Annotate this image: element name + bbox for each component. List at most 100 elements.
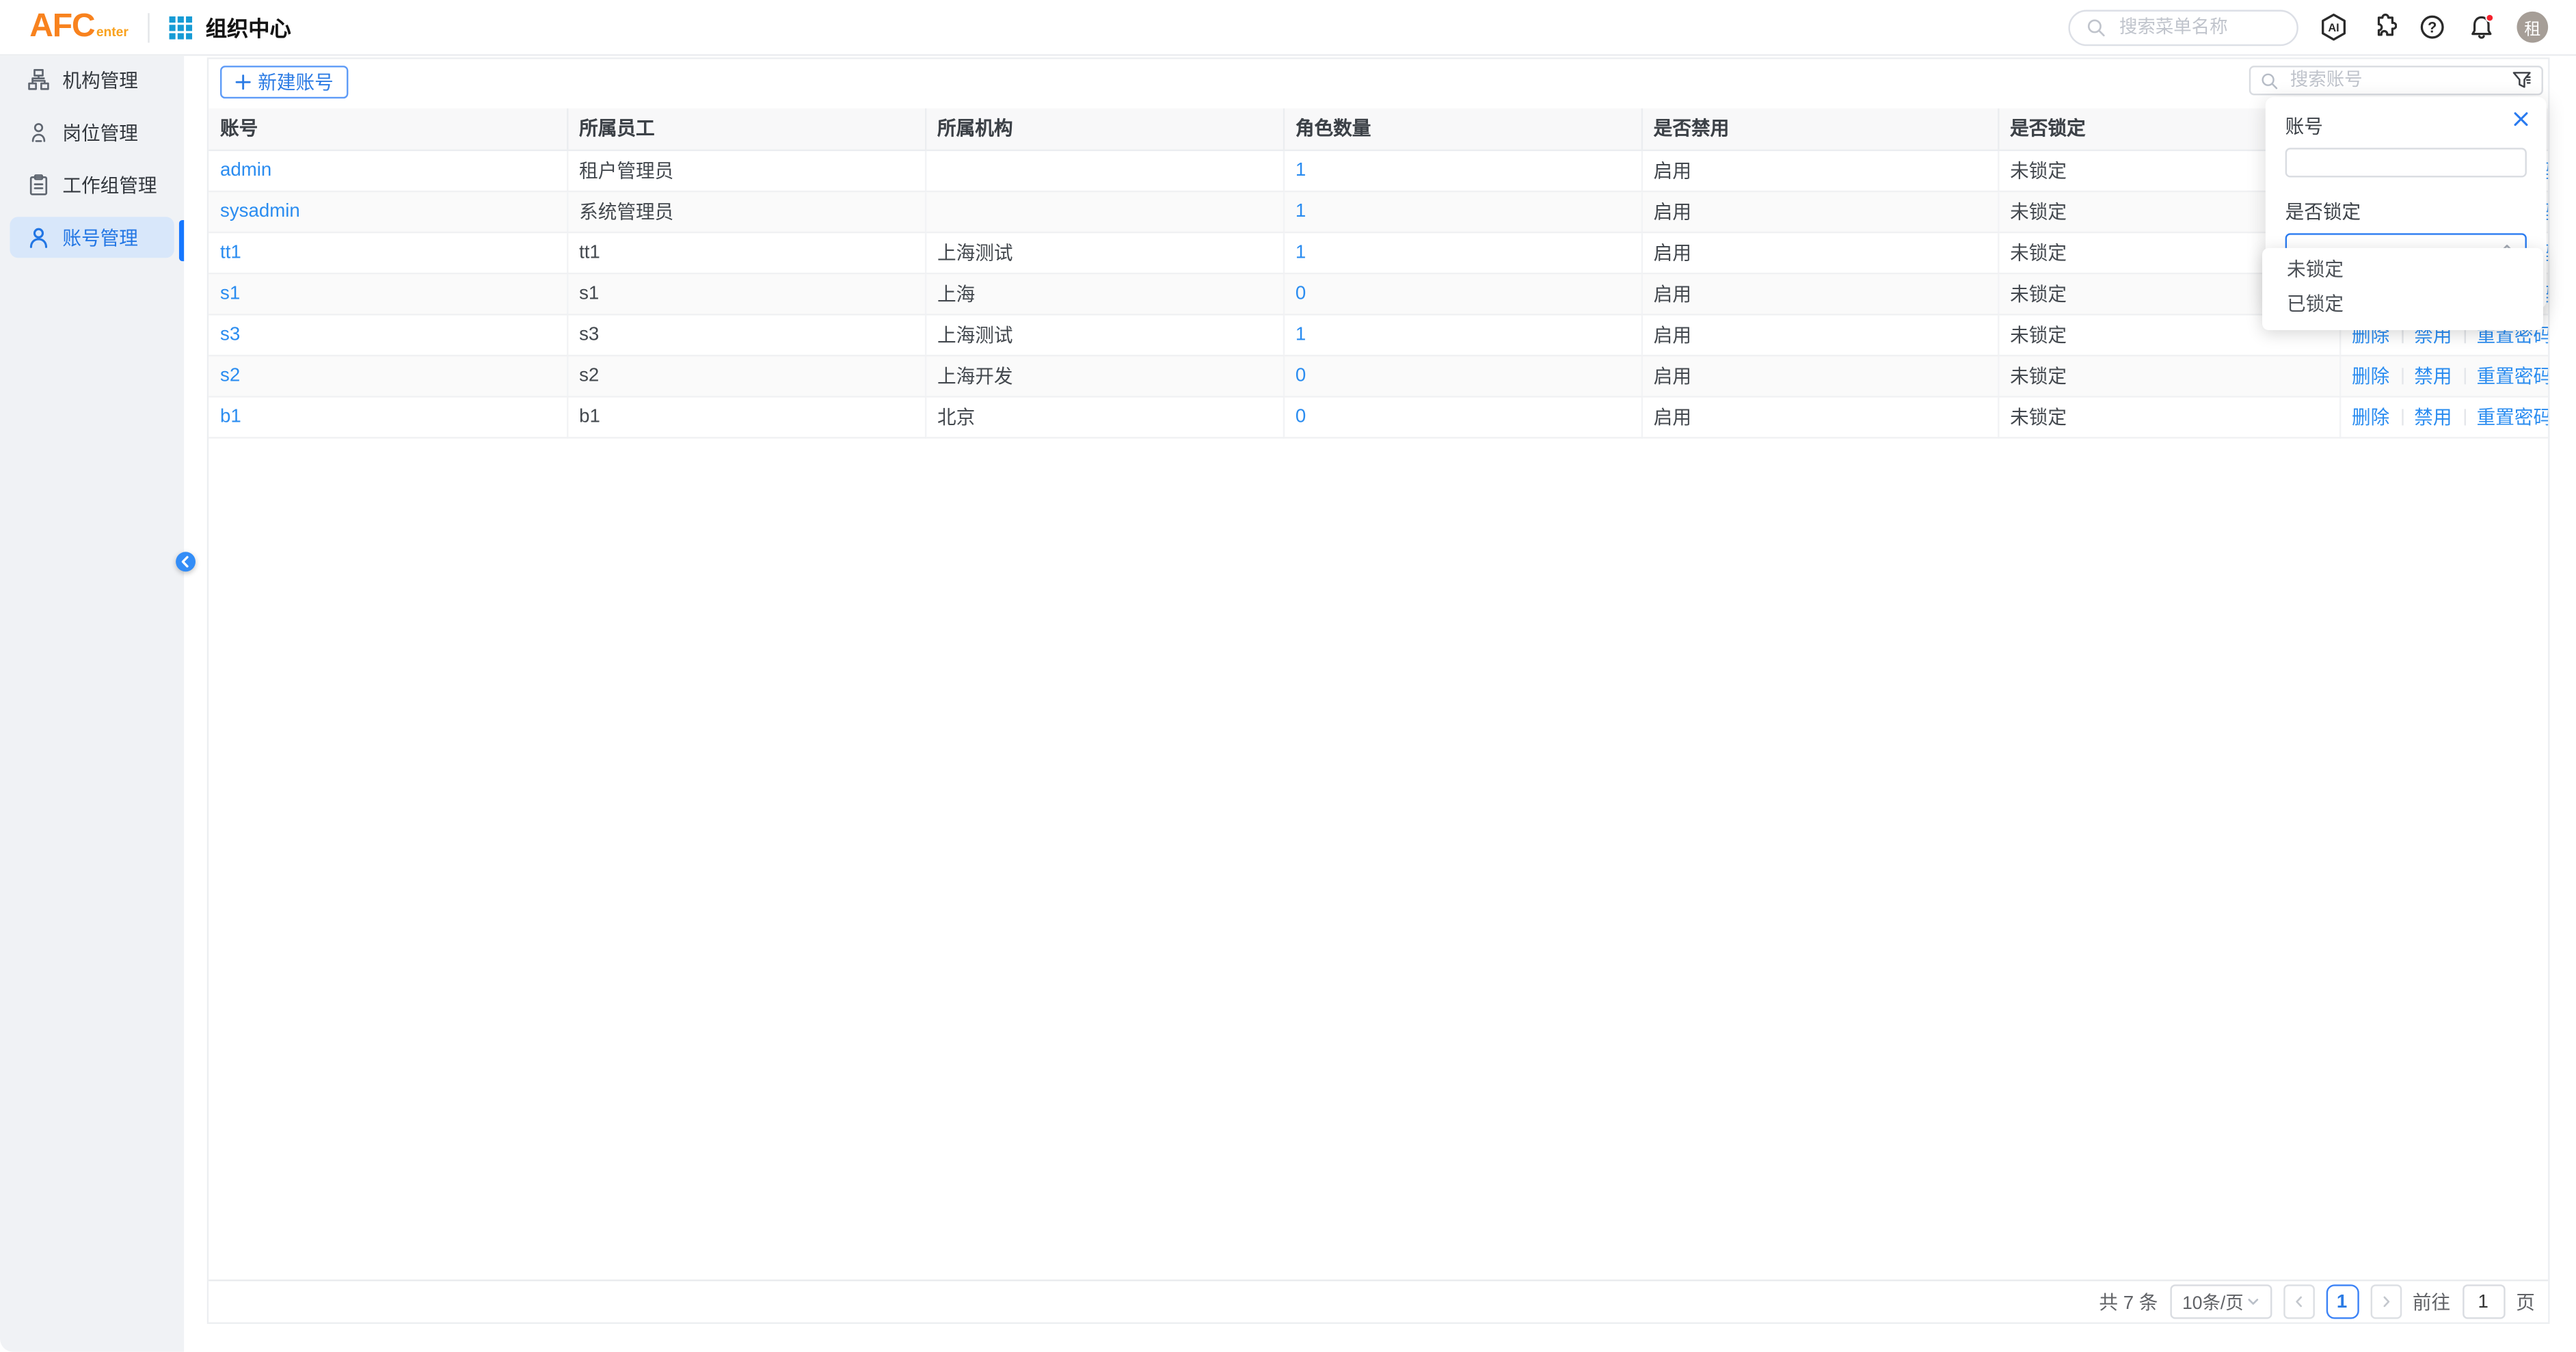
- filter-account-label: 账号: [2285, 113, 2527, 139]
- disable-link[interactable]: 禁用: [2414, 367, 2452, 387]
- col-header-employee: 所属员工: [567, 109, 925, 150]
- prev-page-button[interactable]: [2283, 1284, 2314, 1319]
- sidebar: 机构管理 岗位管理 工作组管理: [0, 56, 184, 1352]
- plus-icon: [235, 74, 252, 90]
- account-link[interactable]: sysadmin: [220, 201, 300, 221]
- logo-subtext: enter: [96, 25, 129, 40]
- disabled-cell: 启用: [1641, 191, 1998, 232]
- account-search: [2249, 66, 2543, 95]
- account-link[interactable]: s2: [220, 366, 240, 386]
- org-cell: [925, 150, 1283, 191]
- topbar: AFC enter 组织中心 AI: [0, 0, 2576, 56]
- action-divider: [2401, 408, 2402, 424]
- accounts-table: 账号 所属员工 所属机构 角色数量 是否禁用 是否锁定 admin 租户管理员 …: [209, 109, 2548, 438]
- help-icon[interactable]: ?: [2418, 13, 2446, 41]
- page-title: 组织中心: [206, 12, 291, 43]
- role-count-link[interactable]: 0: [1296, 284, 1306, 303]
- page-unit-label: 页: [2516, 1288, 2535, 1314]
- action-divider: [2463, 408, 2465, 424]
- employee-cell: b1: [567, 396, 925, 437]
- avatar-text: 租: [2524, 15, 2540, 40]
- account-link[interactable]: s3: [220, 325, 240, 344]
- goto-page-input[interactable]: [2462, 1284, 2504, 1319]
- sidebar-item-org[interactable]: 机构管理: [10, 59, 174, 100]
- role-count-link[interactable]: 1: [1296, 160, 1306, 180]
- app-window: AFC enter 组织中心 AI: [0, 0, 2576, 1352]
- menu-search: [2068, 9, 2298, 45]
- svg-text:AI: AI: [2328, 22, 2339, 34]
- org-cell: 上海测试: [925, 232, 1283, 273]
- page-number-button[interactable]: 1: [2326, 1284, 2359, 1319]
- notification-bell-icon[interactable]: [2467, 13, 2495, 41]
- action-divider: [2463, 367, 2465, 383]
- role-count-link[interactable]: 1: [1296, 325, 1306, 344]
- filter-account-input[interactable]: [2285, 148, 2527, 177]
- total-count: 共 7 条: [2099, 1288, 2158, 1314]
- disabled-cell: 启用: [1641, 150, 1998, 191]
- account-link[interactable]: admin: [220, 160, 271, 180]
- account-link[interactable]: tt1: [220, 242, 241, 262]
- locked-cell: 未锁定: [1998, 396, 2339, 437]
- org-cell: 上海开发: [925, 355, 1283, 396]
- disabled-cell: 启用: [1641, 355, 1998, 396]
- employee-cell: tt1: [567, 232, 925, 273]
- table-row: admin 租户管理员 1 启用 未锁定 删除禁用重置密码: [209, 150, 2548, 191]
- role-count-link[interactable]: 1: [1296, 201, 1306, 221]
- reset-password-link[interactable]: 重置密码: [2477, 408, 2549, 428]
- sidebar-item-label: 机构管理: [62, 66, 138, 92]
- collapse-sidebar-button[interactable]: [176, 552, 196, 571]
- account-search-input[interactable]: [2287, 69, 2504, 92]
- filter-funnel-icon[interactable]: [2512, 70, 2532, 90]
- disabled-cell: 启用: [1641, 396, 1998, 437]
- employee-cell: 租户管理员: [567, 150, 925, 191]
- filter-locked-label: 是否锁定: [2285, 199, 2527, 225]
- col-header-disabled: 是否禁用: [1641, 109, 1998, 150]
- next-page-button[interactable]: [2370, 1284, 2401, 1319]
- employee-cell: s3: [567, 314, 925, 355]
- org-cell: 北京: [925, 396, 1283, 437]
- dropdown-option-unlocked[interactable]: 未锁定: [2262, 254, 2543, 288]
- delete-link[interactable]: 删除: [2352, 367, 2389, 387]
- avatar[interactable]: 租: [2517, 12, 2548, 43]
- disabled-cell: 启用: [1641, 314, 1998, 355]
- role-count-link[interactable]: 0: [1296, 366, 1306, 386]
- org-cell: [925, 191, 1283, 232]
- page-size-select[interactable]: 10条/页: [2169, 1284, 2271, 1319]
- disabled-cell: 启用: [1641, 232, 1998, 273]
- active-item-indicator: [179, 220, 184, 261]
- afc-logo[interactable]: AFC enter: [29, 8, 129, 46]
- org-tree-icon: [28, 69, 49, 90]
- table-row: sysadmin 系统管理员 1 启用 未锁定 删除禁用重置密码: [209, 191, 2548, 232]
- sidebar-item-workgroup[interactable]: 工作组管理: [10, 164, 174, 205]
- account-link[interactable]: s1: [220, 284, 240, 303]
- locked-select-dropdown: 未锁定 已锁定: [2262, 248, 2543, 330]
- ai-assistant-icon[interactable]: AI: [2320, 13, 2348, 41]
- table-row: tt1 tt1 上海测试 1 启用 未锁定 删除禁用重置密码: [209, 232, 2548, 273]
- sidebar-item-position[interactable]: 岗位管理: [10, 111, 174, 152]
- new-account-button[interactable]: 新建账号: [220, 66, 348, 98]
- chevron-left-icon: [2291, 1295, 2306, 1310]
- svg-text:?: ?: [2428, 18, 2437, 36]
- pagination-bar: 共 7 条 10条/页 1 前往 页: [209, 1280, 2548, 1322]
- disable-link[interactable]: 禁用: [2414, 408, 2452, 428]
- apps-grid-icon[interactable]: [170, 16, 193, 39]
- account-user-icon: [28, 227, 49, 248]
- role-count-link[interactable]: 1: [1296, 242, 1306, 262]
- table-row: s2 s2 上海开发 0 启用 未锁定 删除 禁用 重置密码: [209, 355, 2548, 396]
- employee-cell: 系统管理员: [567, 191, 925, 232]
- locked-cell: 未锁定: [1998, 355, 2339, 396]
- menu-search-input[interactable]: [2116, 16, 2280, 39]
- reset-password-link[interactable]: 重置密码: [2477, 367, 2549, 387]
- close-icon[interactable]: [2512, 110, 2530, 128]
- plugin-icon[interactable]: [2369, 13, 2397, 41]
- search-icon: [2261, 72, 2279, 90]
- table-row: b1 b1 北京 0 启用 未锁定 删除 禁用 重置密码: [209, 396, 2548, 437]
- chevron-down-icon: [2245, 1295, 2260, 1310]
- org-cell: 上海: [925, 273, 1283, 314]
- role-count-link[interactable]: 0: [1296, 407, 1306, 427]
- delete-link[interactable]: 删除: [2352, 408, 2389, 428]
- sidebar-item-account[interactable]: 账号管理: [10, 217, 174, 258]
- employee-cell: s2: [567, 355, 925, 396]
- account-link[interactable]: b1: [220, 407, 241, 427]
- dropdown-option-locked[interactable]: 已锁定: [2262, 289, 2543, 323]
